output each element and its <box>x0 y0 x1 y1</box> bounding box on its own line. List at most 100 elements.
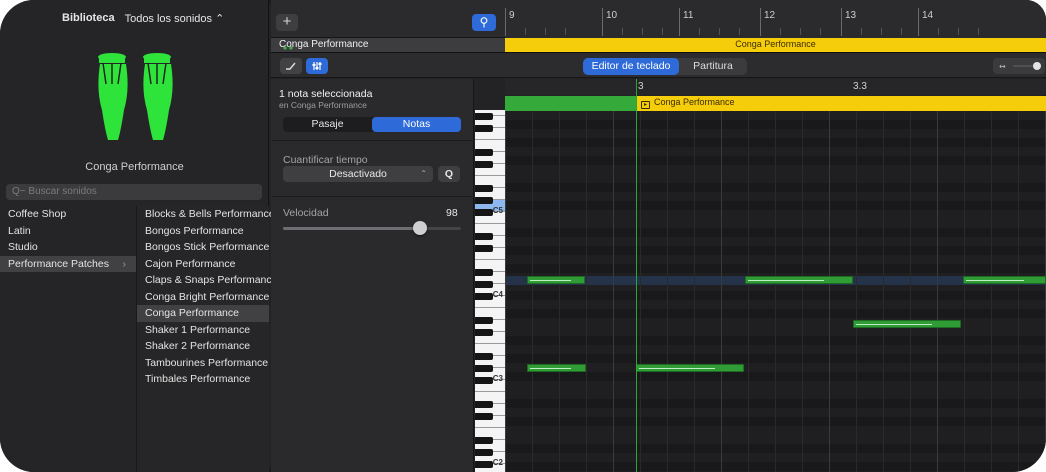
chevron-right-icon: › <box>122 257 127 270</box>
patch-item[interactable]: Shaker 2 Performance <box>137 338 269 355</box>
beat-tick <box>642 28 643 35</box>
black-key[interactable] <box>475 317 493 324</box>
bar-ruler[interactable]: 9 10 11 12 13 14 <box>505 0 1046 38</box>
tab-piano-roll[interactable]: Editor de teclado <box>583 58 679 75</box>
beat-tick <box>978 28 979 35</box>
catch-playhead-icon[interactable] <box>280 58 302 74</box>
note-velocity-line <box>530 368 572 369</box>
black-key[interactable] <box>475 149 493 156</box>
midi-note[interactable] <box>527 364 586 372</box>
select-arrows-icon: ⌃ <box>420 169 427 178</box>
black-key[interactable] <box>475 329 493 336</box>
black-key[interactable] <box>475 437 493 444</box>
grid-line <box>586 111 587 472</box>
add-track-button[interactable]: + <box>276 14 298 31</box>
black-key[interactable] <box>475 185 493 192</box>
black-key[interactable] <box>475 377 493 384</box>
piano-roll-region[interactable]: ▸ Conga Performance <box>505 96 1046 111</box>
patch-item[interactable]: Claps & Snaps Performance <box>137 272 277 289</box>
octave-label: C2 <box>492 458 503 467</box>
velocity-slider-knob[interactable] <box>413 221 428 235</box>
piano-roll-grid[interactable] <box>505 111 1046 472</box>
bar-number: 13 <box>845 10 857 21</box>
bar-tick <box>841 8 842 36</box>
category-item[interactable]: Studio <box>0 239 136 256</box>
patch-item[interactable]: Conga Performance <box>137 305 269 322</box>
black-key[interactable] <box>475 209 493 216</box>
quantize-select[interactable]: Desactivado ⌃ <box>283 166 433 182</box>
midi-note[interactable] <box>853 320 961 328</box>
black-key[interactable] <box>475 113 493 120</box>
velocity-slider[interactable] <box>283 227 461 230</box>
patch-item[interactable]: Bongos Stick Performance <box>137 239 269 256</box>
black-key[interactable] <box>475 353 493 360</box>
selection-subtitle: en Conga Performance <box>279 100 367 110</box>
grid-line <box>694 111 695 472</box>
grid-line <box>532 111 533 472</box>
category-item[interactable]: Coffee Shop <box>0 206 136 223</box>
note-velocity-line <box>748 280 824 281</box>
tab-region[interactable]: Pasaje <box>283 117 372 132</box>
patch-item[interactable]: Cajon Performance <box>137 256 269 273</box>
black-key[interactable] <box>475 281 493 288</box>
black-key[interactable] <box>475 269 493 276</box>
grid-line <box>613 111 614 472</box>
black-key[interactable] <box>475 197 493 204</box>
note-velocity-line <box>856 324 932 325</box>
velocity-value: 98 <box>446 207 458 219</box>
patch-list: Blocks & Bells Performance Bongos Perform… <box>136 206 277 472</box>
midi-note[interactable] <box>963 276 1046 284</box>
beat-tick <box>938 28 939 35</box>
category-label: Latin <box>8 224 31 237</box>
patch-item[interactable]: Bongos Performance <box>137 223 269 240</box>
ruler-label: 3.3 <box>853 81 867 92</box>
black-key[interactable] <box>475 293 493 300</box>
region-loop-icon: ▸ <box>641 101 650 109</box>
patch-item[interactable]: Timbales Performance <box>137 371 269 388</box>
beat-tick <box>881 28 882 35</box>
sounds-filter-menu[interactable]: Todos los sonidos ⌃ <box>125 12 225 28</box>
patch-item[interactable]: Tambourines Performance <box>137 355 269 372</box>
black-key[interactable] <box>475 401 493 408</box>
midi-note[interactable] <box>636 364 744 372</box>
black-key[interactable] <box>475 161 493 168</box>
track-region[interactable]: Conga Performance <box>505 38 1046 52</box>
black-key[interactable] <box>475 245 493 252</box>
midi-note[interactable] <box>745 276 853 284</box>
horizontal-zoom-icon[interactable]: ↔ <box>993 58 1045 74</box>
beat-tick <box>719 28 720 35</box>
category-item[interactable]: Performance Patches › <box>0 255 136 272</box>
tab-notes[interactable]: Notas <box>372 117 461 132</box>
tab-score[interactable]: Partitura <box>679 58 747 75</box>
grid-line <box>775 111 776 472</box>
piano-keyboard[interactable]: C5 C4 C3 C2 <box>475 110 505 472</box>
beat-tick <box>780 28 781 35</box>
track-header[interactable]: Conga Performance <box>271 38 505 52</box>
beat-tick <box>622 28 623 35</box>
search-field[interactable]: Q~ Buscar sonidos <box>6 184 262 200</box>
playhead[interactable] <box>636 79 637 472</box>
category-label: Performance Patches <box>8 257 109 270</box>
black-key[interactable] <box>475 125 493 132</box>
category-item[interactable]: Latin <box>0 223 136 240</box>
quantize-value: Desactivado <box>329 168 387 180</box>
smart-controls-icon[interactable] <box>306 58 328 74</box>
midi-note[interactable] <box>527 276 585 284</box>
black-key[interactable] <box>475 461 493 468</box>
patch-item[interactable]: Conga Bright Performance <box>137 289 269 306</box>
inspector-tabs: Pasaje Notas <box>283 117 461 132</box>
black-key[interactable] <box>475 233 493 240</box>
note-velocity-line <box>966 280 1025 281</box>
quantize-button[interactable]: Q <box>438 166 460 182</box>
patch-item[interactable]: Shaker 1 Performance <box>137 322 269 339</box>
patch-item[interactable]: Blocks & Bells Performance <box>137 206 275 223</box>
quantize-label: Cuantificar tiempo <box>283 154 368 166</box>
black-key[interactable] <box>475 365 493 372</box>
grid-line <box>802 111 803 472</box>
divider <box>272 196 472 197</box>
black-key[interactable] <box>475 413 493 420</box>
smart-controls-icon[interactable]: ⚲ <box>472 14 496 31</box>
piano-roll-ruler[interactable]: 3 3.3 <box>505 79 1046 95</box>
grid-line <box>964 111 965 472</box>
black-key[interactable] <box>475 449 493 456</box>
